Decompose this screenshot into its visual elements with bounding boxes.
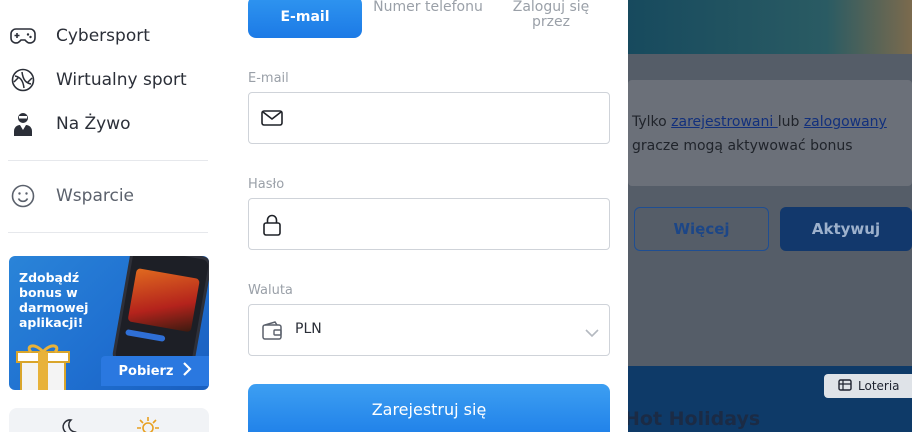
chevron-down-icon xyxy=(585,323,599,342)
ball-icon xyxy=(10,67,36,93)
chevron-right-icon xyxy=(182,362,192,380)
email-field[interactable] xyxy=(293,93,593,143)
loteria-label: Loteria xyxy=(858,379,900,393)
logged-link[interactable]: zalogowany xyxy=(804,114,887,130)
bonus-text-suffix: gracze mogą aktywować bonus xyxy=(632,138,853,154)
bonus-text-prefix: Tylko xyxy=(632,114,672,130)
sidebar-item-label: Wirtualny sport xyxy=(56,70,187,90)
loteria-badge[interactable]: Loteria xyxy=(824,374,912,398)
lock-icon xyxy=(261,214,283,240)
sidebar-item-wirtualny-sport[interactable]: Wirtualny sport xyxy=(10,65,187,95)
wallet-icon xyxy=(261,320,283,346)
registration-modal: E-mail Numer telefonu Zaloguj się przez … xyxy=(230,0,628,432)
tab-email[interactable]: E-mail xyxy=(248,0,362,38)
sidebar: Cybersport Wirtualny sport Na Żywo Wspar… xyxy=(0,0,230,432)
more-button[interactable]: Więcej xyxy=(634,207,769,251)
gift-icon xyxy=(15,338,85,390)
sidebar-item-label: Cybersport xyxy=(56,26,150,46)
sidebar-divider xyxy=(8,160,208,161)
theme-switcher[interactable] xyxy=(9,408,209,432)
moon-icon[interactable] xyxy=(59,418,77,432)
promo-banner-image xyxy=(628,0,912,54)
tab-phone[interactable]: Numer telefonu xyxy=(373,0,483,15)
smile-icon xyxy=(10,183,36,209)
password-field[interactable] xyxy=(293,199,593,249)
ticket-icon xyxy=(838,378,852,395)
sidebar-item-label: Na Żywo xyxy=(56,114,131,134)
tab-login-via[interactable]: Zaloguj się przez xyxy=(496,0,606,30)
sidebar-item-na-zywo[interactable]: Na Żywo xyxy=(10,109,131,139)
envelope-icon xyxy=(261,108,283,132)
live-person-icon xyxy=(10,111,36,137)
gamepad-icon xyxy=(10,23,36,49)
password-field-wrapper xyxy=(248,198,610,250)
activate-button[interactable]: Aktywuj xyxy=(780,207,912,251)
currency-label: Waluta xyxy=(248,283,293,298)
download-app-button[interactable]: Pobierz xyxy=(101,356,209,386)
sidebar-divider xyxy=(8,232,208,233)
sidebar-item-cybersport[interactable]: Cybersport xyxy=(10,21,150,51)
promo-text: Zdobądź bonus w darmowej aplikacji! xyxy=(19,270,89,330)
bonus-info-text: Tylko zarejestrowani lub zalogowany grac… xyxy=(632,110,902,158)
email-label: E-mail xyxy=(248,71,289,86)
register-button[interactable]: Zarejestruj się xyxy=(248,384,610,432)
password-label: Hasło xyxy=(248,177,285,192)
currency-value: PLN xyxy=(295,321,322,337)
app-promo-banner[interactable]: Zdobądź bonus w darmowej aplikacji! Pobi… xyxy=(9,256,209,390)
sidebar-item-wsparcie[interactable]: Wsparcie xyxy=(10,181,134,211)
download-button-label: Pobierz xyxy=(118,363,174,379)
registered-link[interactable]: zarejestrowani xyxy=(671,114,778,130)
section-title: Hot Holidays xyxy=(628,408,761,430)
sun-icon[interactable] xyxy=(136,416,160,432)
email-field-wrapper xyxy=(248,92,610,144)
sidebar-item-label: Wsparcie xyxy=(56,186,135,206)
currency-select[interactable]: PLN xyxy=(248,304,610,356)
bonus-text-middle: lub xyxy=(777,114,804,130)
background-page: Tylko zarejestrowani lub zalogowany grac… xyxy=(628,0,912,432)
